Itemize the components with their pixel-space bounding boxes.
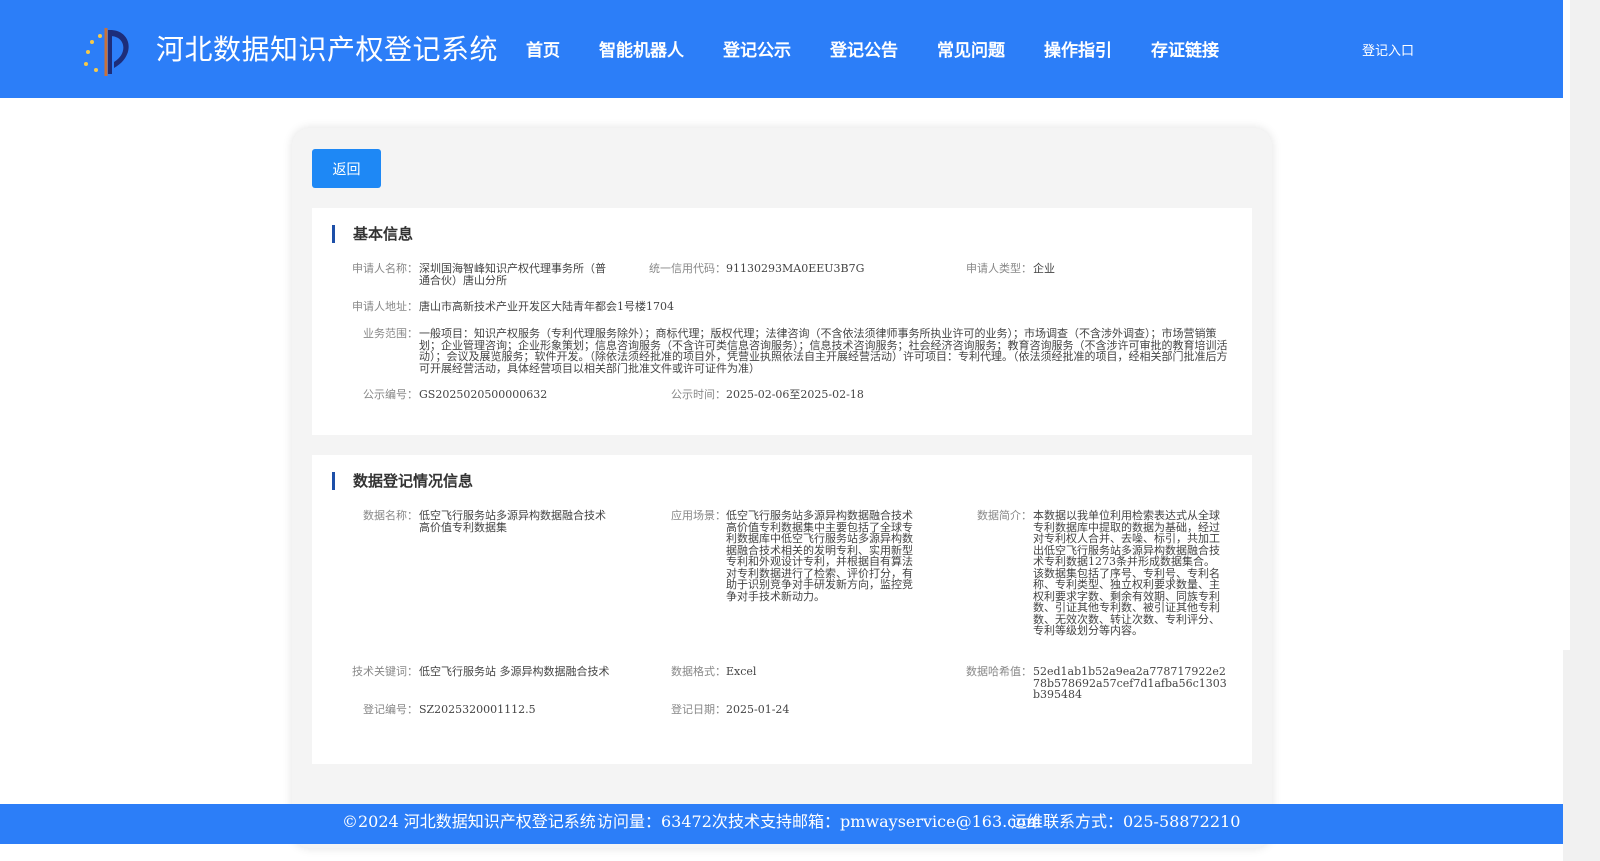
footer-visits: 访问量：63472次 [597, 812, 728, 831]
nav-guide[interactable]: 操作指引 [1044, 36, 1112, 61]
scope-label: 业务范围： [363, 327, 418, 340]
notice-no-value: GS2025020500000632 [419, 388, 548, 401]
data-registration-panel: 数据登记情况信息 数据名称： 低空飞行服务站多源异构数据融合技术高价值专利数据集… [312, 455, 1252, 764]
hash-label: 数据哈希值： [966, 665, 1032, 678]
address-value: 唐山市高新技术产业开发区大陆青年都会1号楼1704 [419, 300, 674, 313]
basic-info-panel: 基本信息 申请人名称： 深圳国海智峰知识产权代理事务所（普通合伙）唐山分所 统一… [312, 208, 1252, 435]
reg-no-value: SZ2025320001112.5 [419, 703, 536, 716]
back-button[interactable]: 返回 [312, 149, 381, 188]
footer-copyright: ©2024 河北数据知识产权登记系统 [342, 812, 596, 831]
login-link[interactable]: 登记入口 [1362, 40, 1414, 59]
nav-announcement[interactable]: 登记公告 [830, 36, 898, 61]
notice-no-label: 公示编号： [363, 388, 418, 401]
notice-time-label: 公示时间： [671, 388, 726, 401]
footer-email: 技术支持邮箱：pmwayservice@163.com [728, 812, 1041, 831]
nav-evidence-link[interactable]: 存证链接 [1151, 36, 1219, 61]
nav-robot[interactable]: 智能机器人 [599, 36, 684, 61]
intro-label: 数据简介： [977, 509, 1032, 522]
site-header: 河北数据知识产权登记系统 首页 智能机器人 登记公示 登记公告 常见问题 操作指… [0, 0, 1563, 98]
keywords-value: 低空飞行服务站 多源异构数据融合技术 [419, 665, 610, 678]
data-name-value: 低空飞行服务站多源异构数据融合技术高价值专利数据集 [419, 509, 606, 534]
format-value: Excel [726, 665, 757, 678]
basic-info-title: 基本信息 [332, 225, 413, 243]
reg-no-label: 登记编号： [363, 703, 418, 716]
format-label: 数据格式： [671, 665, 726, 678]
intro-value: 本数据以我单位利用检索表达式从全球专利数据库中提取的数据为基础，经过对专利权人合… [1033, 509, 1220, 637]
nav-faq[interactable]: 常见问题 [937, 36, 1005, 61]
main-nav: 首页 智能机器人 登记公示 登记公告 常见问题 操作指引 存证链接 [526, 36, 1258, 61]
nav-publicity[interactable]: 登记公示 [723, 36, 791, 61]
nav-home[interactable]: 首页 [526, 36, 560, 61]
scrollbar-thumb[interactable] [1563, 0, 1570, 650]
hash-value: 52ed1ab1b52a9ea2a778717922e278b578692a57… [1033, 665, 1227, 701]
site-footer: ©2024 河北数据知识产权登记系统 访问量：63472次 技术支持邮箱：pmw… [0, 804, 1563, 844]
keywords-label: 技术关键词： [352, 665, 418, 678]
logo-icon [84, 28, 129, 76]
applicant-name-label: 申请人名称： [352, 262, 418, 275]
applicant-type-label: 申请人类型： [966, 262, 1032, 275]
data-name-label: 数据名称： [363, 509, 418, 522]
reg-date-value: 2025-01-24 [726, 703, 790, 716]
scope-value: 一般项目：知识产权服务（专利代理服务除外）；商标代理；版权代理；法律咨询（不含依… [419, 327, 1228, 375]
data-registration-title: 数据登记情况信息 [332, 472, 473, 490]
applicant-name-value: 深圳国海智峰知识产权代理事务所（普通合伙）唐山分所 [419, 262, 606, 287]
notice-time-value: 2025-02-06至2025-02-18 [726, 388, 864, 401]
scenario-label: 应用场景： [671, 509, 726, 522]
credit-code-label: 统一信用代码： [649, 262, 726, 275]
scenario-value: 低空飞行服务站多源异构数据融合技术高价值专利数据集中主要包括了全球专利数据库中低… [726, 509, 913, 603]
site-title: 河北数据知识产权登记系统 [156, 33, 499, 66]
detail-card: 返回 基本信息 申请人名称： 深圳国海智峰知识产权代理事务所（普通合伙）唐山分所… [292, 128, 1272, 848]
address-label: 申请人地址： [352, 300, 418, 313]
reg-date-label: 登记日期： [671, 703, 726, 716]
footer-phone: 运维联系方式：025-58872210 [1011, 812, 1241, 831]
applicant-type-value: 企业 [1033, 262, 1055, 275]
credit-code-value: 91130293MA0EEU3B7G [726, 262, 865, 275]
